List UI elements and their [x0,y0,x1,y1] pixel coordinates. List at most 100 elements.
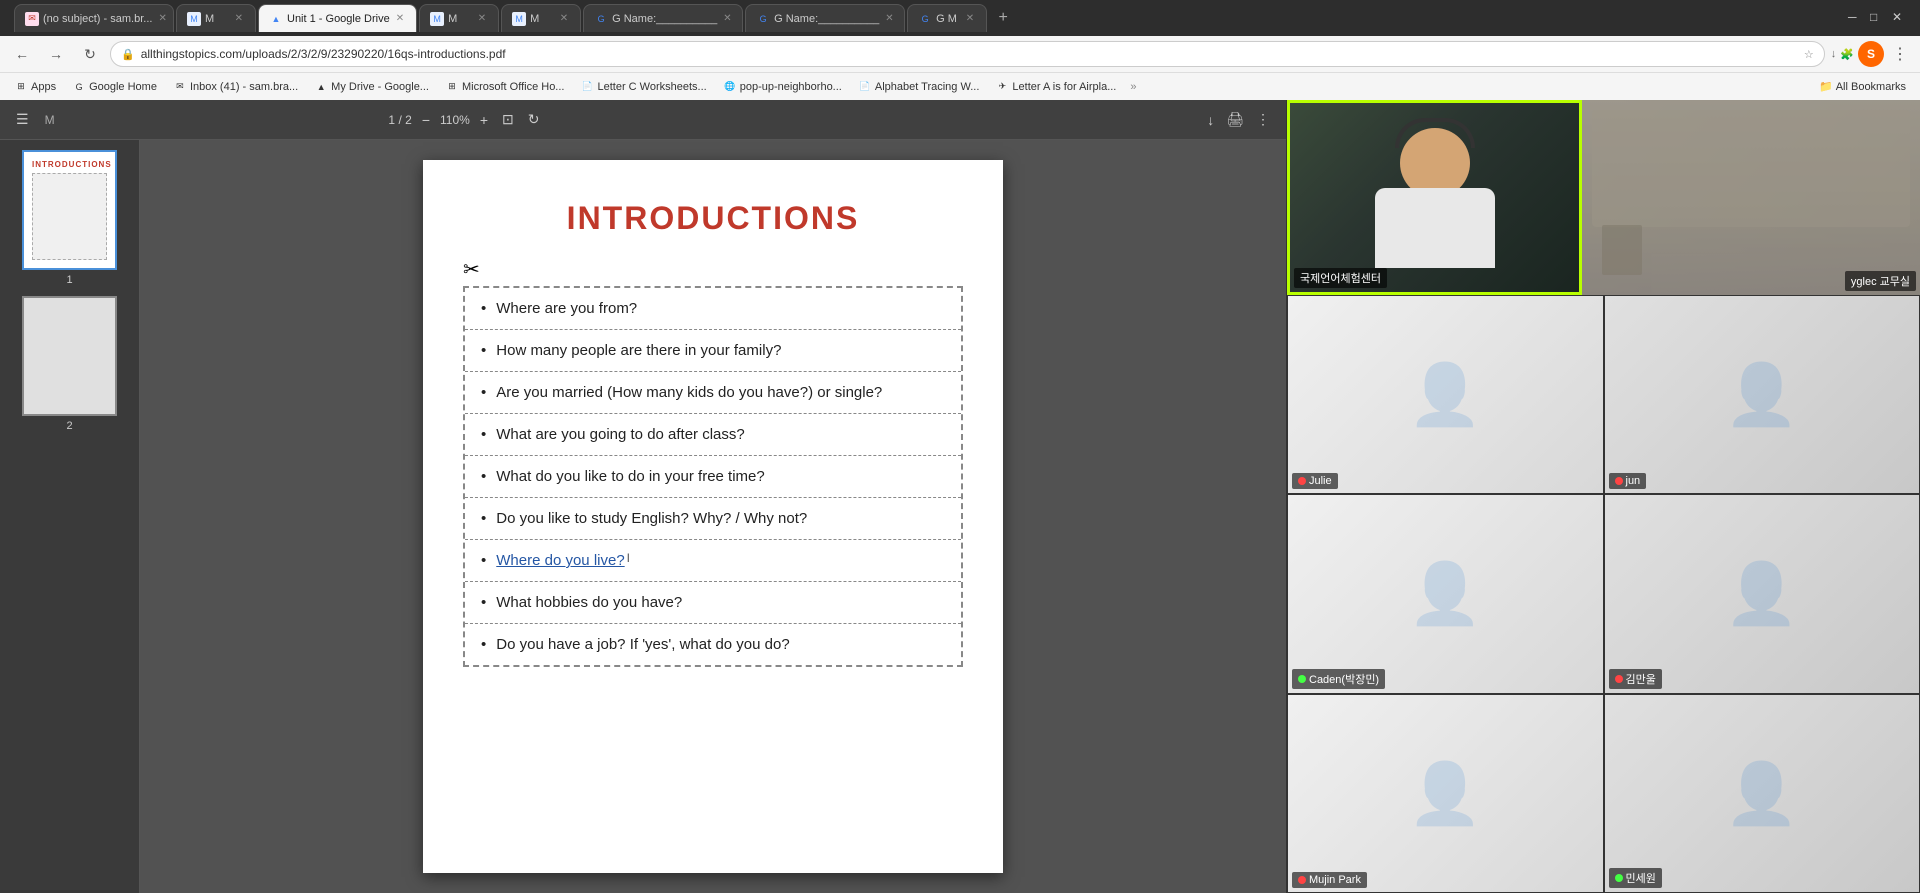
room-preview-content [1582,100,1920,295]
main-speaker-label: 국제언어체험센터 [1294,268,1387,288]
bookmark-office[interactable]: ⊞ Microsoft Office Ho... [439,76,571,98]
tab-5-close[interactable]: ✕ [558,13,570,24]
bookmark-letter-a[interactable]: ✈ Letter A is for Airpla... [989,76,1122,98]
tab-2-close[interactable]: ✕ [233,13,245,24]
question-text-1: Where are you from? [496,298,637,319]
mic-icon-mujin [1298,876,1306,884]
tab-3[interactable]: ▲ Unit 1 - Google Drive ✕ [258,4,417,32]
video-cell-kimmanul: 👤 김만울 [1604,494,1920,693]
rotate-button[interactable]: ↻ [524,107,544,132]
pdf-main: INTRODUCTIONS 1 2 INTRODUCTIONS ✂ [0,140,1286,893]
bookmark-star[interactable]: ☆ [1804,48,1814,61]
more-options-button[interactable]: ⋮ [1252,107,1274,132]
bookmark-inbox[interactable]: ✉ Inbox (41) - sam.bra... [167,76,304,98]
cell-watermark-mujin: 👤 [1408,758,1483,829]
video-cell-minsewon-bg: 👤 [1605,695,1920,892]
bookmark-inbox-label: Inbox (41) - sam.bra... [190,81,298,93]
letter-c-favicon: 📄 [580,80,594,94]
tab-1-label: (no subject) - sam.br... [43,13,152,25]
bookmark-all-bookmarks[interactable]: 📁 All Bookmarks [1813,76,1912,98]
inbox-favicon: ✉ [173,80,187,94]
pdf-title: INTRODUCTIONS [463,200,963,237]
bookmark-letter-c-label: Letter C Worksheets... [597,81,706,93]
tab-8-close[interactable]: ✕ [964,13,976,24]
more-bookmarks[interactable]: » [1126,81,1140,93]
page-number: 1 / 2 [388,113,411,127]
profile-avatar[interactable]: S [1858,41,1884,67]
tab-1-favicon: ✉ [25,12,39,26]
zoom-in-button[interactable]: + [476,108,492,132]
pdf-thumb-1-image: INTRODUCTIONS [22,150,117,270]
question-list: • Where are you from? • How many people … [463,286,963,667]
video-cell-caden-bg: 👤 [1288,495,1603,692]
new-tab-button[interactable]: + [989,4,1017,32]
tab-4[interactable]: M M ✕ [419,4,499,32]
cell-watermark-jun: 👤 [1724,359,1799,430]
extensions-icon[interactable]: 🧩 [1840,48,1854,61]
bookmark-popup-label: pop-up-neighborho... [740,81,842,93]
tab-1[interactable]: ✉ (no subject) - sam.br... ✕ [14,4,174,32]
bookmark-drive[interactable]: ▲ My Drive - Google... [308,76,435,98]
tab-8[interactable]: G G M ✕ [907,4,987,32]
question-text-5: What do you like to do in your free time… [496,466,764,487]
pdf-thumb-2[interactable]: 2 [10,296,129,432]
main-speaker: 국제언어체험센터 [1287,100,1582,295]
bookmark-google-home[interactable]: G Google Home [66,76,163,98]
bullet-7: • [481,550,486,571]
forward-button[interactable]: → [42,40,70,68]
cell-watermark-caden: 👤 [1408,558,1483,629]
bullet-2: • [481,340,486,361]
pdf-toolbar: ☰ M 1 / 2 − 110% + ⊡ ↻ ↓ 🖨 ⋮ [0,100,1286,140]
nav-actions: ↓ 🧩 S ⋮ [1831,41,1912,67]
video-cell-caden: 👤 Caden(박장민) [1287,494,1604,693]
tab-7-close[interactable]: ✕ [883,13,895,24]
address-bar[interactable]: 🔒 allthingstopics.com/uploads/2/3/2/9/23… [110,41,1825,67]
apps-favicon: ⊞ [14,80,28,94]
pdf-thumb-2-label: 2 [66,420,72,432]
tab-6-close[interactable]: ✕ [721,13,733,24]
tab-1-close[interactable]: ✕ [156,13,168,24]
pdf-page: INTRODUCTIONS ✂ • Where are you from? • … [423,160,1003,873]
pdf-thumbnail-sidebar: INTRODUCTIONS 1 2 [0,140,140,893]
maximize-button[interactable]: □ [1870,10,1886,26]
tab-4-label: M [448,13,457,25]
question-item-3: • Are you married (How many kids do you … [465,372,961,414]
minimize-button[interactable]: ─ [1848,10,1864,26]
bookmark-alphabet[interactable]: 📄 Alphabet Tracing W... [852,76,986,98]
question-text-4: What are you going to do after class? [496,424,744,445]
close-button[interactable]: ✕ [1892,10,1908,26]
question-item-6: • Do you like to study English? Why? / W… [465,498,961,540]
tab-7-label: G Name:__________ [774,13,879,25]
bullet-5: • [481,466,486,487]
office-favicon: ⊞ [445,80,459,94]
bullet-9: • [481,634,486,655]
bookmark-popup[interactable]: 🌐 pop-up-neighborho... [717,76,848,98]
download-button[interactable]: ↓ [1203,108,1218,132]
alphabet-favicon: 📄 [858,80,872,94]
pdf-menu-button[interactable]: ☰ [12,107,33,132]
question-item-9: • Do you have a job? If 'yes', what do y… [465,624,961,665]
room-preview: yglec 교무실 [1582,100,1920,295]
downloads-icon[interactable]: ↓ [1831,48,1837,60]
question-item-8: • What hobbies do you have? [465,582,961,624]
tab-7[interactable]: G G Name:__________ ✕ [745,4,905,32]
back-button[interactable]: ← [8,40,36,68]
pdf-thumb-1[interactable]: INTRODUCTIONS 1 [10,150,129,286]
bookmark-letter-c[interactable]: 📄 Letter C Worksheets... [574,76,712,98]
reload-button[interactable]: ↻ [76,40,104,68]
bookmark-apps[interactable]: ⊞ Apps [8,76,62,98]
drive-favicon: ▲ [314,80,328,94]
print-button[interactable]: 🖨 [1222,107,1248,132]
tab-4-close[interactable]: ✕ [476,13,488,24]
tab-2[interactable]: M M ✕ [176,4,256,32]
tab-5[interactable]: M M ✕ [501,4,581,32]
tab-6-label: G Name:__________ [612,13,717,25]
menu-button[interactable]: ⋮ [1888,44,1912,64]
fit-page-button[interactable]: ⊡ [498,107,518,132]
participant-name-caden: Caden(박장민) [1309,671,1379,687]
pdf-content-area[interactable]: INTRODUCTIONS ✂ • Where are you from? • … [140,140,1286,893]
video-cell-minsewon: 👤 민세원 [1604,694,1920,893]
zoom-out-button[interactable]: − [418,108,434,132]
tab-6[interactable]: G G Name:__________ ✕ [583,4,743,32]
tab-3-close[interactable]: ✕ [394,13,406,24]
